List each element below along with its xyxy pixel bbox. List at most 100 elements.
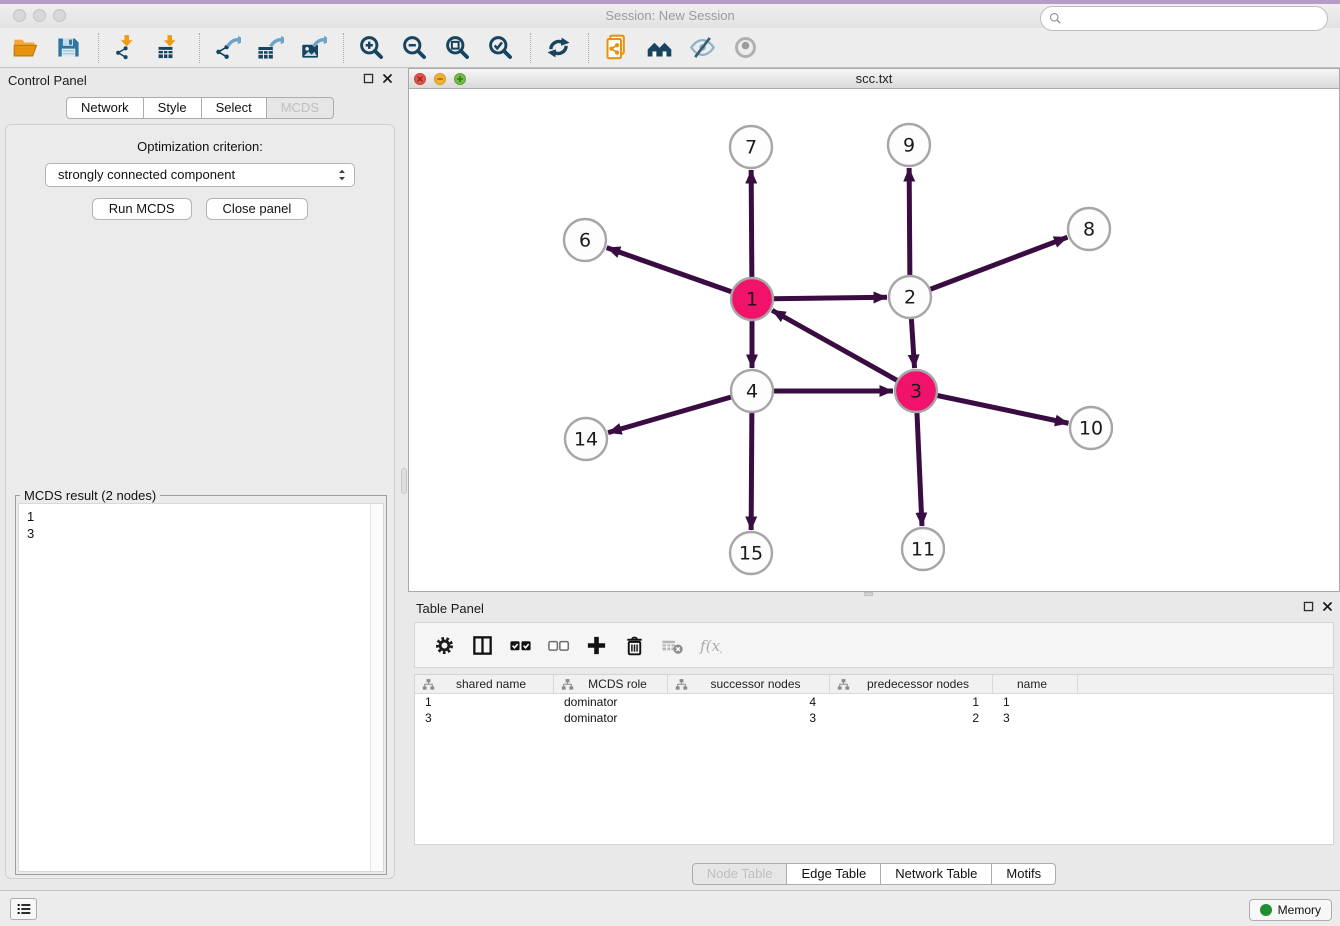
table-row[interactable]: 3dominator323	[415, 710, 1333, 726]
vertical-splitter-handle[interactable]	[401, 468, 407, 494]
close-panel-icon[interactable]	[1321, 600, 1334, 613]
network-canvas[interactable]: 7 9 6 8 1 2 4 3 14 10 15 11	[409, 89, 1339, 591]
graph-node-9[interactable]: 9	[888, 124, 930, 166]
graph-edge-2-8[interactable]	[910, 237, 1067, 297]
graph-edge-3-1[interactable]	[772, 310, 916, 391]
import-network-button[interactable]	[109, 31, 143, 65]
tab-mcds[interactable]: MCDS	[267, 97, 334, 119]
graph-node-2[interactable]: 2	[889, 276, 931, 318]
trash-button[interactable]	[619, 630, 649, 660]
graph-node-10[interactable]: 10	[1070, 407, 1112, 449]
zoom-out-button[interactable]	[397, 31, 431, 65]
toolbar-separator	[343, 33, 344, 63]
graph-node-3[interactable]: 3	[895, 370, 937, 412]
search-box[interactable]	[1040, 6, 1328, 31]
graph-node-1[interactable]: 1	[731, 278, 773, 320]
network-window-title: scc.txt	[409, 71, 1339, 86]
table-cell[interactable]: 2	[830, 711, 993, 725]
mcds-panel: Optimization criterion: strongly connect…	[5, 124, 395, 879]
column-header-successor-nodes[interactable]: successor nodes	[668, 675, 830, 693]
tab-network-table[interactable]: Network Table	[881, 863, 992, 885]
network-view-window: scc.txt 7 9 6 8 1 2 4 3 14 10 15 11	[408, 68, 1340, 592]
select-all-button[interactable]	[505, 630, 535, 660]
graph-node-11[interactable]: 11	[902, 528, 944, 570]
column-header-shared-name[interactable]: shared name	[415, 675, 554, 693]
float-panel-icon[interactable]	[1302, 600, 1315, 613]
close-panel-icon[interactable]	[381, 72, 394, 85]
graph-edge-4-14[interactable]	[608, 391, 752, 433]
table-cell[interactable]: 3	[415, 711, 554, 725]
function-button[interactable]	[695, 630, 725, 660]
tab-motifs[interactable]: Motifs	[992, 863, 1056, 885]
zoom-fit-button[interactable]	[440, 31, 474, 65]
result-scrollbar[interactable]	[370, 504, 383, 871]
graph-node-7[interactable]: 7	[730, 126, 772, 168]
open-folder-button[interactable]	[8, 31, 42, 65]
houses-icon	[646, 34, 673, 61]
graph-node-14[interactable]: 14	[565, 418, 607, 460]
import-table-button[interactable]	[152, 31, 186, 65]
columns-button[interactable]	[467, 630, 497, 660]
table-cell[interactable]: 4	[668, 695, 830, 709]
vertical-splitter[interactable]	[400, 68, 408, 890]
graph-node-15[interactable]: 15	[730, 532, 772, 574]
org-icon	[561, 678, 574, 691]
optimization-criterion-dropdown[interactable]: strongly connected component	[45, 163, 355, 187]
eye-slash-button[interactable]	[685, 31, 719, 65]
tab-style[interactable]: Style	[144, 97, 202, 119]
eye-button[interactable]	[728, 31, 762, 65]
zoom-in-button[interactable]	[354, 31, 388, 65]
export-network-icon	[214, 34, 241, 61]
tab-select[interactable]: Select	[202, 97, 267, 119]
mcds-result-area[interactable]: 13	[18, 503, 384, 872]
memory-status-dot	[1260, 904, 1272, 916]
table-cell[interactable]: 3	[668, 711, 830, 725]
search-input[interactable]	[1063, 9, 1327, 29]
status-bar: Memory	[0, 890, 1340, 926]
table-cell[interactable]: 1	[830, 695, 993, 709]
table-row[interactable]: 1dominator411	[415, 694, 1333, 710]
memory-button[interactable]: Memory	[1249, 899, 1332, 921]
graph-node-label: 11	[911, 539, 935, 561]
tab-node-table[interactable]: Node Table	[692, 863, 788, 885]
zoom-selected-button[interactable]	[483, 31, 517, 65]
org-icon	[422, 678, 435, 691]
delete-table-button[interactable]	[657, 630, 687, 660]
new-network-from-selection-button[interactable]	[599, 31, 633, 65]
export-network-button[interactable]	[210, 31, 244, 65]
graph-node-6[interactable]: 6	[564, 219, 606, 261]
column-header-name[interactable]: name	[993, 675, 1078, 693]
run-mcds-button[interactable]: Run MCDS	[92, 198, 192, 220]
column-header-label: name	[993, 677, 1077, 691]
column-header-predecessor-nodes[interactable]: predecessor nodes	[830, 675, 993, 693]
table-cell[interactable]: 1	[993, 695, 1078, 709]
column-header-MCDS-role[interactable]: MCDS role	[554, 675, 668, 693]
tab-edge-table[interactable]: Edge Table	[787, 863, 881, 885]
graph-node-4[interactable]: 4	[731, 370, 773, 412]
add-button[interactable]	[581, 630, 611, 660]
table-cell[interactable]: 3	[993, 711, 1078, 725]
task-history-button[interactable]	[10, 898, 37, 920]
close-panel-button[interactable]: Close panel	[206, 198, 309, 220]
graph-edge-3-10[interactable]	[916, 391, 1068, 423]
save-button[interactable]	[51, 31, 85, 65]
gear-button[interactable]	[429, 630, 459, 660]
export-image-button[interactable]	[296, 31, 330, 65]
application-window: Session: New Session Control Panel Netwo…	[0, 0, 1340, 926]
export-table-button[interactable]	[253, 31, 287, 65]
deselect-all-button[interactable]	[543, 630, 573, 660]
houses-button[interactable]	[642, 31, 676, 65]
float-panel-icon[interactable]	[362, 72, 375, 85]
table-cell[interactable]: dominator	[554, 711, 668, 725]
graph-node-8[interactable]: 8	[1068, 208, 1110, 250]
table-cell[interactable]: dominator	[554, 695, 668, 709]
dropdown-value: strongly connected component	[58, 167, 235, 182]
tab-network[interactable]: Network	[66, 97, 144, 119]
graph-edge-1-6[interactable]	[607, 248, 752, 299]
network-window-titlebar[interactable]: scc.txt	[409, 69, 1339, 89]
search-icon	[1048, 11, 1063, 26]
refresh-button[interactable]	[541, 31, 575, 65]
table-cell[interactable]: 1	[415, 695, 554, 709]
import-network-icon	[113, 34, 140, 61]
columns-icon	[471, 634, 494, 657]
